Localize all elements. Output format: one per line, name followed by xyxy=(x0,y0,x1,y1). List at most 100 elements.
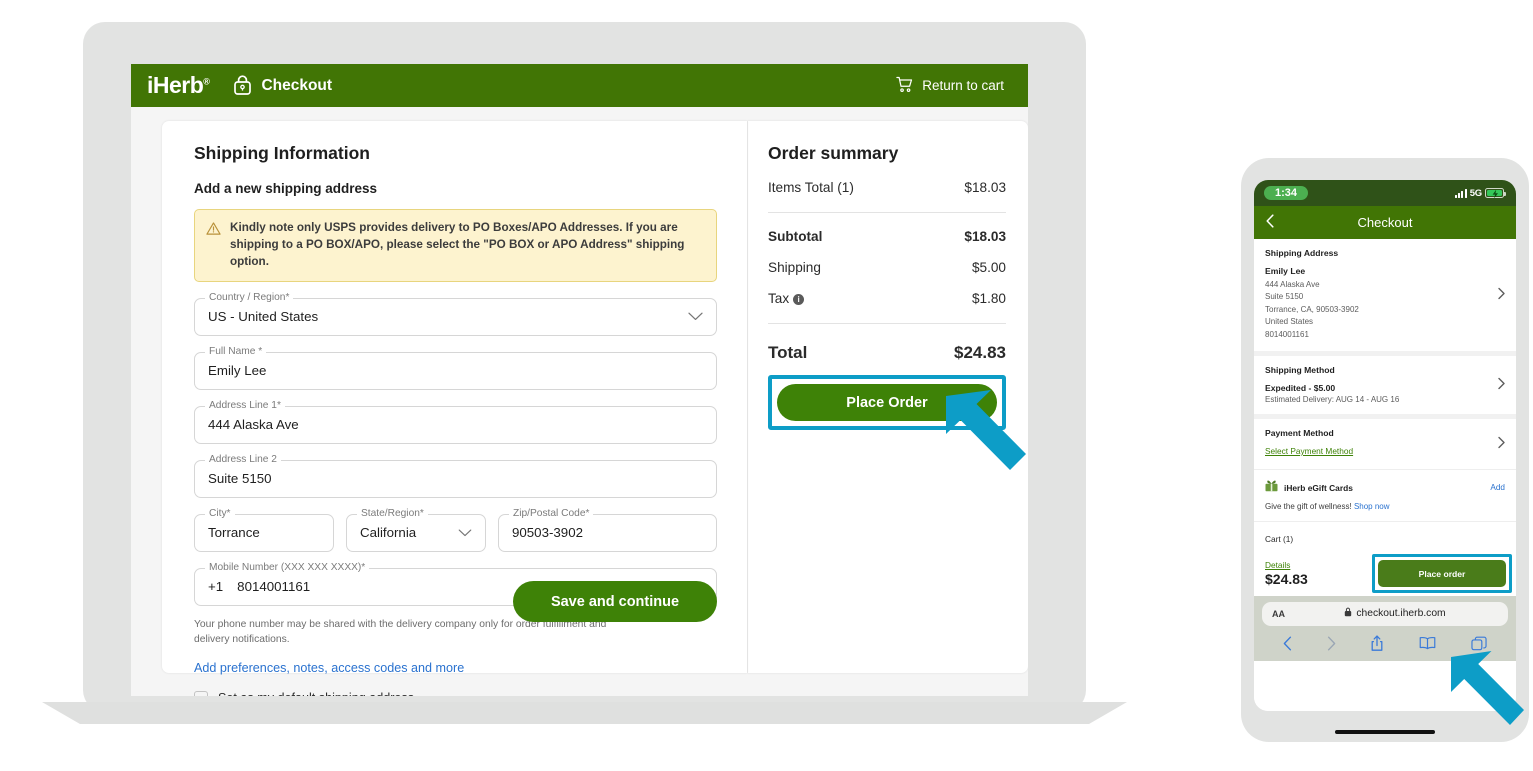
summary-row-total: Total $24.83 xyxy=(768,343,1006,363)
default-address-checkbox[interactable] xyxy=(194,690,208,696)
mobile-payment-method-heading: Payment Method xyxy=(1265,427,1334,438)
mobile-shipping-address-heading: Shipping Address xyxy=(1265,248,1339,258)
address-line-1-value: 444 Alaska Ave xyxy=(208,417,299,433)
items-total-label: Items Total (1) xyxy=(768,180,854,195)
shipping-information-card: Shipping Information Add a new shipping … xyxy=(162,121,747,696)
order-summary-card: Order summary Items Total (1) $18.03 Sub… xyxy=(747,121,1028,673)
place-order-highlight: Place Order xyxy=(768,375,1006,430)
mobile-address-line-1: 444 Alaska Ave xyxy=(1265,280,1320,289)
tax-label: Tax xyxy=(768,291,790,306)
chevron-right-icon[interactable] xyxy=(1498,436,1505,451)
mobile-address-phone: 8014001161 xyxy=(1265,329,1309,339)
address-line-2-input[interactable]: Address Line 2 Suite 5150 xyxy=(194,453,717,498)
mobile-delivery-estimate: Estimated Delivery: AUG 14 - AUG 16 xyxy=(1265,394,1400,404)
city-input[interactable]: City* Torrance xyxy=(194,507,334,552)
state-region-label: State/Region* xyxy=(357,507,428,519)
city-label: City* xyxy=(205,507,235,519)
mobile-egift-cards-section: iHerb eGift Cards Add Give the gift of w… xyxy=(1254,470,1516,521)
mobile-recipient-name: Emily Lee xyxy=(1265,266,1306,276)
summary-divider-2 xyxy=(768,323,1006,324)
usps-notice-text: Kindly note only USPS provides delivery … xyxy=(230,221,685,268)
laptop-mockup: iHerb® Checkout Return to cart Shipping … xyxy=(42,22,1127,724)
tax-value: $1.80 xyxy=(971,291,1006,306)
add-preferences-link[interactable]: Add preferences, notes, access codes and… xyxy=(194,661,717,675)
mobile-address-lines: 444 Alaska Ave Suite 5150 Torrance, CA, … xyxy=(1265,279,1505,341)
tabs-icon[interactable] xyxy=(1471,636,1487,656)
cart-details-link[interactable]: Details xyxy=(1265,560,1308,570)
egift-cards-title: iHerb eGift Cards xyxy=(1284,482,1353,493)
summary-row-tax: Tax i $1.80 xyxy=(768,291,1006,306)
home-indicator xyxy=(1335,730,1435,734)
safari-back-button[interactable] xyxy=(1283,636,1292,656)
state-region-value: California xyxy=(360,525,417,541)
mobile-place-order-highlight: Place order xyxy=(1372,554,1512,594)
safari-url-pill[interactable]: AA checkout.iherb.com xyxy=(1262,601,1508,626)
safari-url-bar: AA checkout.iherb.com xyxy=(1254,595,1516,631)
order-summary-title: Order summary xyxy=(768,143,899,163)
address-line-1-input[interactable]: Address Line 1* 444 Alaska Ave xyxy=(194,399,717,444)
chevron-right-icon[interactable] xyxy=(1498,287,1505,302)
place-order-button[interactable]: Place Order xyxy=(777,384,997,421)
summary-row-subtotal: Subtotal $18.03 xyxy=(768,229,1006,244)
safari-forward-button[interactable] xyxy=(1327,636,1336,656)
share-icon[interactable] xyxy=(1370,635,1384,657)
safari-url-text: checkout.iherb.com xyxy=(1356,608,1446,620)
save-and-continue-button[interactable]: Save and continue xyxy=(513,581,717,622)
mobile-address-line-2: Suite 5150 xyxy=(1265,292,1304,302)
egift-add-button[interactable]: Add xyxy=(1490,483,1505,492)
lock-icon xyxy=(1344,607,1352,620)
shipping-label: Shipping xyxy=(768,260,821,275)
usps-notice-banner: Kindly note only USPS provides delivery … xyxy=(194,209,717,282)
full-name-input[interactable]: Full Name * Emily Lee xyxy=(194,345,717,390)
city-value: Torrance xyxy=(208,525,260,541)
full-name-label: Full Name * xyxy=(205,345,267,357)
mobile-cart-label-row: Cart (1) xyxy=(1254,522,1516,552)
select-payment-method-link[interactable]: Select Payment Method xyxy=(1265,446,1353,456)
mobile-payment-method-section[interactable]: Payment Method Select Payment Method xyxy=(1254,419,1516,469)
book-icon[interactable] xyxy=(1419,636,1436,655)
mobile-number-label: Mobile Number (XXX XXX XXXX)* xyxy=(205,561,370,573)
address-line-2-value: Suite 5150 xyxy=(208,471,272,487)
address-line-1-label: Address Line 1* xyxy=(205,399,285,411)
page-title: Checkout xyxy=(261,76,333,94)
country-region-label: Country / Region* xyxy=(205,291,294,303)
signal-bars-icon xyxy=(1454,188,1467,198)
egift-subtitle: Give the gift of wellness! xyxy=(1265,501,1354,511)
address-line-2-label: Address Line 2 xyxy=(205,453,281,465)
total-label: Total xyxy=(768,343,808,362)
phone-content: Shipping Address Emily Lee 444 Alaska Av… xyxy=(1254,239,1516,711)
mobile-address-line-4: United States xyxy=(1265,317,1314,327)
zip-postal-code-input[interactable]: Zip/Postal Code* 90503-3902 xyxy=(498,507,717,552)
mobile-shipping-method-heading: Shipping Method xyxy=(1265,364,1335,375)
default-address-row[interactable]: Set as my default shipping address xyxy=(194,690,717,696)
summary-row-items-total: Items Total (1) $18.03 xyxy=(768,180,1006,195)
aa-text-size-icon[interactable]: AA xyxy=(1272,609,1285,619)
iherb-logo[interactable]: iHerb® xyxy=(147,74,210,97)
summary-row-shipping: Shipping $5.00 xyxy=(768,260,1006,275)
chevron-down-icon xyxy=(688,308,703,326)
state-region-select[interactable]: State/Region* California xyxy=(346,507,486,552)
shipping-value: $5.00 xyxy=(971,260,1006,275)
chevron-right-icon[interactable] xyxy=(1498,377,1505,392)
status-bar-clock: 1:34 xyxy=(1264,186,1309,200)
browser-viewport: iHerb® Checkout Return to cart Shipping … xyxy=(131,64,1028,696)
zip-postal-code-label: Zip/Postal Code* xyxy=(509,507,594,519)
shipping-information-title: Shipping Information xyxy=(194,143,370,163)
mobile-number-value: 8014001161 xyxy=(237,579,311,595)
return-to-cart-button[interactable]: Return to cart xyxy=(896,76,1004,96)
country-region-select[interactable]: Country / Region* US - United States xyxy=(194,291,717,336)
mobile-shipping-address-section[interactable]: Shipping Address Emily Lee 444 Alaska Av… xyxy=(1254,239,1516,351)
mobile-checkout-bar: Details $24.83 Place order xyxy=(1254,551,1516,596)
mobile-place-order-button[interactable]: Place order xyxy=(1378,560,1506,588)
phone-page-title: Checkout xyxy=(1357,215,1413,230)
phone-screen: 1:34 5G Checkout Shipping Address Emily … xyxy=(1254,180,1516,711)
mobile-shipping-method-section[interactable]: Shipping Method Expedited - $5.00 Estima… xyxy=(1254,356,1516,414)
cart-icon xyxy=(896,76,913,96)
chevron-left-icon[interactable] xyxy=(1266,213,1274,232)
cart-total-value: $24.83 xyxy=(1265,571,1308,588)
shop-now-link[interactable]: Shop now xyxy=(1354,502,1390,511)
info-icon[interactable]: i xyxy=(793,294,805,305)
chevron-down-icon xyxy=(458,524,472,542)
cart-count-label: Cart (1) xyxy=(1265,533,1294,544)
phone-status-bar: 1:34 5G xyxy=(1254,180,1516,206)
